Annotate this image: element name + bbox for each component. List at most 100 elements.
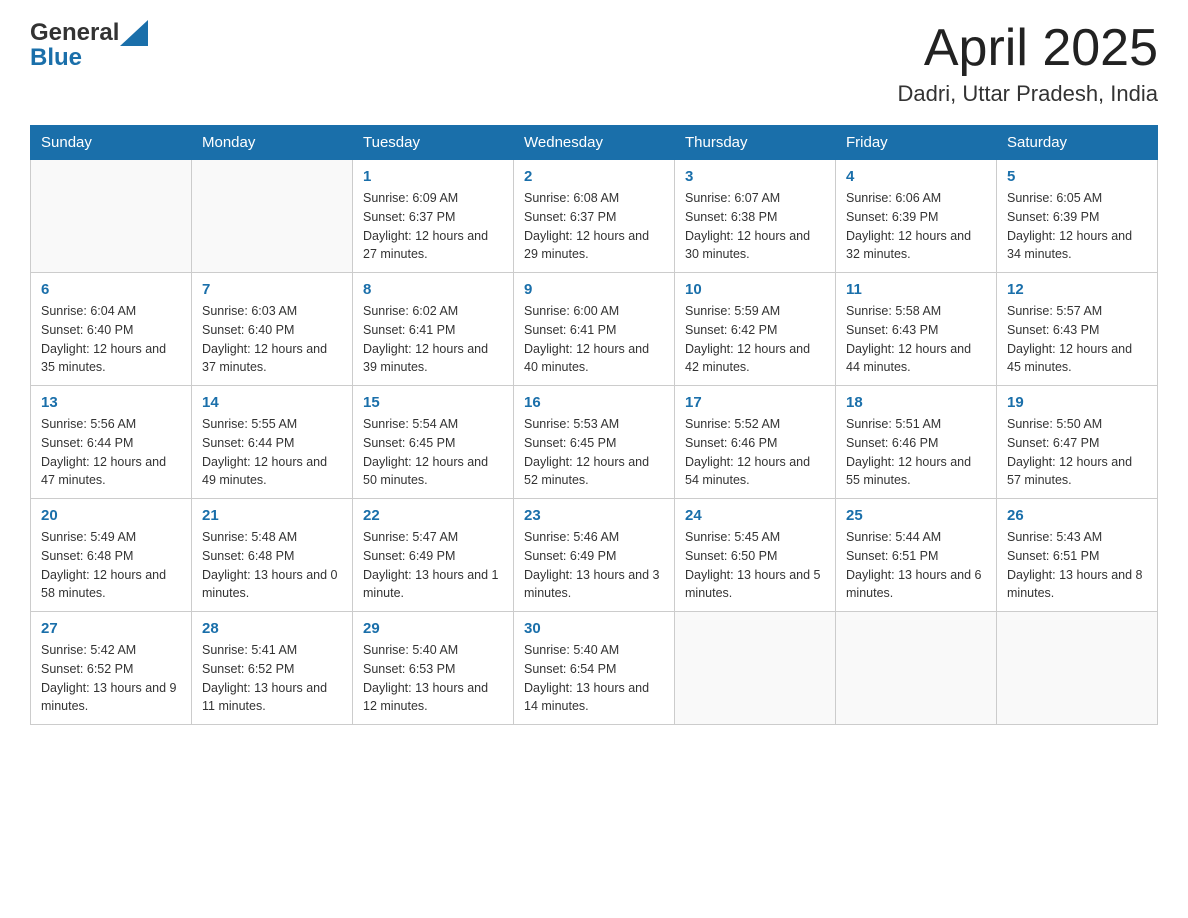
cell-day-number: 4 [846,168,986,185]
calendar-cell: 8 Sunrise: 6:02 AMSunset: 6:41 PMDaylight… [353,273,514,386]
cell-sun-info: Sunrise: 5:44 AMSunset: 6:51 PMDaylight:… [846,528,986,603]
calendar-week-row: 6 Sunrise: 6:04 AMSunset: 6:40 PMDaylight… [31,273,1158,386]
cell-day-number: 17 [685,394,825,411]
cell-day-number: 8 [363,281,503,298]
calendar-cell: 18Sunrise: 5:51 AMSunset: 6:46 PMDayligh… [836,386,997,499]
cell-day-number: 27 [41,620,181,637]
calendar-day-header: Tuesday [353,126,514,160]
calendar-header-row: SundayMondayTuesdayWednesdayThursdayFrid… [31,126,1158,160]
calendar-cell: 7 Sunrise: 6:03 AMSunset: 6:40 PMDaylight… [192,273,353,386]
cell-sun-info: Sunrise: 6:04 AMSunset: 6:40 PMDaylight:… [41,302,181,377]
cell-day-number: 22 [363,507,503,524]
calendar-cell: 4Sunrise: 6:06 AMSunset: 6:39 PMDaylight… [836,160,997,273]
calendar-cell: 19 Sunrise: 5:50 AMSunset: 6:47 PMDayligh… [997,386,1158,499]
cell-day-number: 19 [1007,394,1147,411]
calendar-day-header: Friday [836,126,997,160]
cell-sun-info: Sunrise: 6:08 AMSunset: 6:37 PMDaylight:… [524,189,664,264]
calendar-cell [192,160,353,273]
cell-day-number: 15 [363,394,503,411]
location-title: Dadri, Uttar Pradesh, India [898,81,1158,107]
calendar-day-header: Wednesday [514,126,675,160]
cell-sun-info: Sunrise: 5:50 AMSunset: 6:47 PMDaylight:… [1007,415,1147,490]
cell-sun-info: Sunrise: 5:56 AMSunset: 6:44 PMDaylight:… [41,415,181,490]
cell-sun-info: Sunrise: 6:00 AMSunset: 6:41 PMDaylight:… [524,302,664,377]
calendar-day-header: Sunday [31,126,192,160]
cell-day-number: 26 [1007,507,1147,524]
cell-day-number: 2 [524,168,664,185]
calendar-cell: 21 Sunrise: 5:48 AMSunset: 6:48 PMDayligh… [192,499,353,612]
cell-day-number: 28 [202,620,342,637]
calendar-cell: 1Sunrise: 6:09 AMSunset: 6:37 PMDaylight… [353,160,514,273]
calendar-cell: 14Sunrise: 5:55 AMSunset: 6:44 PMDayligh… [192,386,353,499]
cell-sun-info: Sunrise: 5:52 AMSunset: 6:46 PMDaylight:… [685,415,825,490]
cell-sun-info: Sunrise: 5:41 AMSunset: 6:52 PMDaylight:… [202,641,342,716]
calendar-cell: 11 Sunrise: 5:58 AMSunset: 6:43 PMDayligh… [836,273,997,386]
calendar-week-row: 1Sunrise: 6:09 AMSunset: 6:37 PMDaylight… [31,160,1158,273]
calendar-cell [997,612,1158,725]
cell-day-number: 23 [524,507,664,524]
calendar-cell: 9 Sunrise: 6:00 AMSunset: 6:41 PMDaylight… [514,273,675,386]
calendar-cell: 16Sunrise: 5:53 AMSunset: 6:45 PMDayligh… [514,386,675,499]
calendar-cell: 25 Sunrise: 5:44 AMSunset: 6:51 PMDayligh… [836,499,997,612]
cell-sun-info: Sunrise: 5:49 AMSunset: 6:48 PMDaylight:… [41,528,181,603]
calendar-cell: 2 Sunrise: 6:08 AMSunset: 6:37 PMDaylight… [514,160,675,273]
cell-day-number: 16 [524,394,664,411]
calendar-cell: 17 Sunrise: 5:52 AMSunset: 6:46 PMDayligh… [675,386,836,499]
calendar-cell: 12 Sunrise: 5:57 AMSunset: 6:43 PMDayligh… [997,273,1158,386]
calendar-cell [675,612,836,725]
cell-day-number: 30 [524,620,664,637]
cell-day-number: 7 [202,281,342,298]
calendar-day-header: Saturday [997,126,1158,160]
cell-day-number: 12 [1007,281,1147,298]
cell-sun-info: Sunrise: 6:03 AMSunset: 6:40 PMDaylight:… [202,302,342,377]
cell-day-number: 3 [685,168,825,185]
cell-sun-info: Sunrise: 5:59 AMSunset: 6:42 PMDaylight:… [685,302,825,377]
page-header: General Blue April 2025 Dadri, Uttar Pra… [30,20,1158,107]
logo-blue-text: Blue [30,44,82,71]
cell-day-number: 14 [202,394,342,411]
cell-sun-info: Sunrise: 6:05 AMSunset: 6:39 PMDaylight:… [1007,189,1147,264]
cell-day-number: 24 [685,507,825,524]
calendar-cell: 6 Sunrise: 6:04 AMSunset: 6:40 PMDaylight… [31,273,192,386]
cell-sun-info: Sunrise: 5:48 AMSunset: 6:48 PMDaylight:… [202,528,342,603]
calendar-day-header: Monday [192,126,353,160]
cell-sun-info: Sunrise: 5:58 AMSunset: 6:43 PMDaylight:… [846,302,986,377]
cell-day-number: 13 [41,394,181,411]
calendar-cell: 23 Sunrise: 5:46 AMSunset: 6:49 PMDayligh… [514,499,675,612]
cell-day-number: 29 [363,620,503,637]
cell-day-number: 20 [41,507,181,524]
cell-day-number: 5 [1007,168,1147,185]
calendar-cell [31,160,192,273]
calendar-week-row: 27Sunrise: 5:42 AMSunset: 6:52 PMDayligh… [31,612,1158,725]
logo-triangle-icon [120,20,148,46]
title-area: April 2025 Dadri, Uttar Pradesh, India [898,20,1158,107]
calendar-cell: 20 Sunrise: 5:49 AMSunset: 6:48 PMDayligh… [31,499,192,612]
cell-sun-info: Sunrise: 5:57 AMSunset: 6:43 PMDaylight:… [1007,302,1147,377]
calendar-cell: 13 Sunrise: 5:56 AMSunset: 6:44 PMDayligh… [31,386,192,499]
calendar-cell: 15 Sunrise: 5:54 AMSunset: 6:45 PMDayligh… [353,386,514,499]
calendar-cell: 29Sunrise: 5:40 AMSunset: 6:53 PMDayligh… [353,612,514,725]
calendar-cell [836,612,997,725]
logo-general-text: General [30,21,119,45]
cell-day-number: 6 [41,281,181,298]
month-title: April 2025 [898,20,1158,77]
calendar-cell: 30Sunrise: 5:40 AMSunset: 6:54 PMDayligh… [514,612,675,725]
cell-day-number: 1 [363,168,503,185]
calendar-table: SundayMondayTuesdayWednesdayThursdayFrid… [30,125,1158,725]
cell-sun-info: Sunrise: 6:07 AMSunset: 6:38 PMDaylight:… [685,189,825,264]
cell-day-number: 11 [846,281,986,298]
cell-sun-info: Sunrise: 5:54 AMSunset: 6:45 PMDaylight:… [363,415,503,490]
calendar-cell: 5 Sunrise: 6:05 AMSunset: 6:39 PMDaylight… [997,160,1158,273]
cell-sun-info: Sunrise: 5:46 AMSunset: 6:49 PMDaylight:… [524,528,664,603]
cell-sun-info: Sunrise: 6:02 AMSunset: 6:41 PMDaylight:… [363,302,503,377]
cell-day-number: 9 [524,281,664,298]
calendar-cell: 10Sunrise: 5:59 AMSunset: 6:42 PMDayligh… [675,273,836,386]
calendar-day-header: Thursday [675,126,836,160]
cell-day-number: 21 [202,507,342,524]
cell-sun-info: Sunrise: 5:43 AMSunset: 6:51 PMDaylight:… [1007,528,1147,603]
calendar-cell: 27Sunrise: 5:42 AMSunset: 6:52 PMDayligh… [31,612,192,725]
calendar-cell: 22Sunrise: 5:47 AMSunset: 6:49 PMDayligh… [353,499,514,612]
logo: General Blue [30,20,148,70]
cell-sun-info: Sunrise: 5:51 AMSunset: 6:46 PMDaylight:… [846,415,986,490]
cell-day-number: 25 [846,507,986,524]
